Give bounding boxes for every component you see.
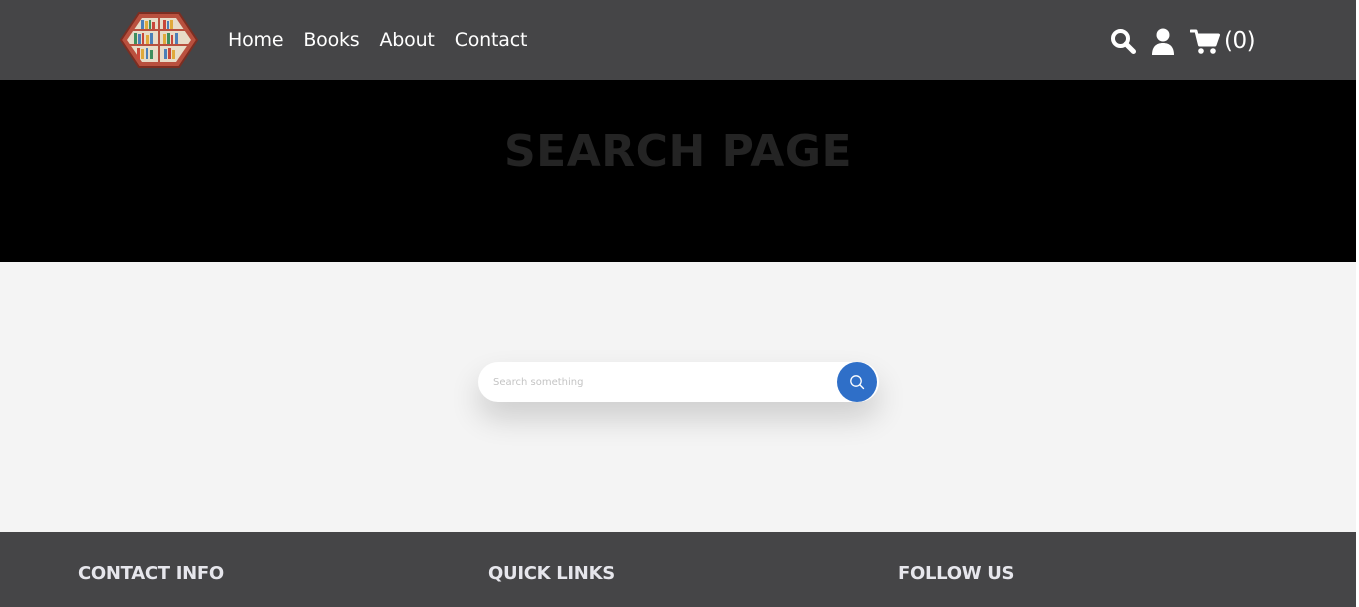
user-icon[interactable] [1151, 28, 1175, 55]
nav-about[interactable]: About [380, 27, 435, 53]
bookshelf-logo-icon[interactable] [119, 11, 199, 69]
site-footer: CONTACT INFO QUICK LINKS FOLLOW US [0, 532, 1356, 607]
main-nav: Home Books About Contact [228, 27, 527, 53]
footer-heading-quick-links: QUICK LINKS [488, 563, 615, 584]
search-input[interactable] [478, 362, 833, 402]
nav-contact[interactable]: Contact [455, 27, 528, 53]
footer-heading-follow-us: FOLLOW US [898, 563, 1015, 584]
page-title: SEARCH PAGE [503, 126, 853, 177]
search-submit-button[interactable] [837, 362, 877, 402]
cart-count[interactable]: (0) [1224, 26, 1256, 56]
hero-banner: SEARCH PAGE [0, 80, 1356, 262]
header-actions: (0) [1110, 24, 1256, 58]
search-icon [850, 375, 865, 390]
search-section [0, 262, 1356, 532]
nav-books[interactable]: Books [303, 27, 359, 53]
search-form [478, 362, 879, 402]
cart-icon[interactable] [1190, 28, 1220, 55]
site-header: Home Books About Contact (0) [0, 0, 1356, 80]
footer-heading-contact-info: CONTACT INFO [78, 563, 224, 584]
search-icon[interactable] [1110, 28, 1136, 54]
nav-home[interactable]: Home [228, 27, 284, 53]
